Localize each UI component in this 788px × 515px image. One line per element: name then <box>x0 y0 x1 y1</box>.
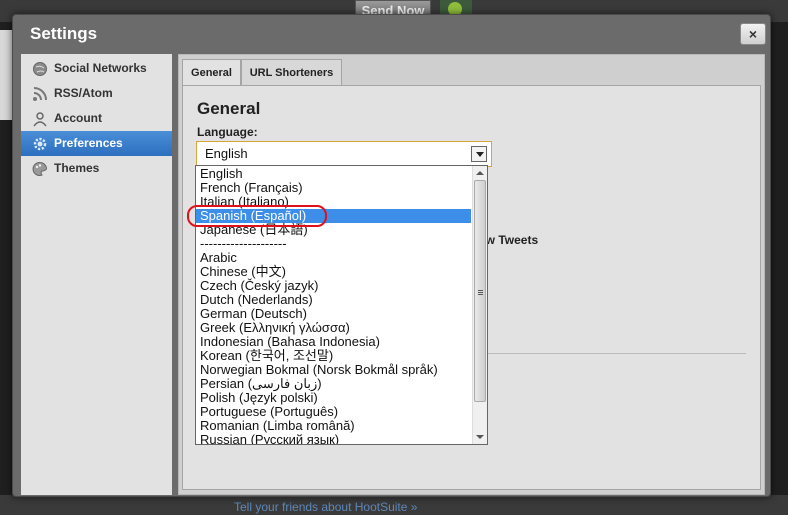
language-option[interactable]: Greek (Ελληνική γλώσσα) <box>196 321 471 335</box>
language-label: Language: <box>197 125 258 139</box>
language-select[interactable]: English <box>196 141 492 167</box>
language-option[interactable]: Portuguese (Português) <box>196 405 471 419</box>
sidebar-item-preferences[interactable]: Preferences <box>21 131 172 156</box>
scroll-down-arrow-icon[interactable] <box>476 435 484 439</box>
dialog-title: Settings <box>30 24 98 43</box>
language-option[interactable]: Romanian (Limba română) <box>196 419 471 433</box>
scroll-up-arrow-icon[interactable] <box>476 171 484 175</box>
settings-sidebar: Social Networks RSS/Atom Account Prefere… <box>21 54 172 495</box>
language-option[interactable]: Norwegian Bokmal (Norsk Bokmål språk) <box>196 363 471 377</box>
language-option[interactable]: Czech (Český jazyk) <box>196 279 471 293</box>
language-separator: -------------------- <box>200 236 287 251</box>
sidebar-item-label: RSS/Atom <box>54 86 113 100</box>
language-option[interactable]: Indonesian (Bahasa Indonesia) <box>196 335 471 349</box>
sidebar-item-social-networks[interactable]: Social Networks <box>21 56 172 81</box>
language-option[interactable]: Chinese (中文) <box>196 265 471 279</box>
language-option[interactable]: Korean (한국어, 조선말) <box>196 349 471 363</box>
language-option[interactable]: Polish (Język polski) <box>196 391 471 405</box>
language-select-value: English <box>205 146 248 161</box>
palette-icon <box>32 161 48 176</box>
sidebar-item-themes[interactable]: Themes <box>21 156 172 181</box>
user-icon <box>33 112 47 127</box>
sidebar-item-label: Account <box>54 111 102 125</box>
grip-line <box>478 294 483 295</box>
language-option[interactable]: Russian (Русский язык) <box>196 433 471 445</box>
tab-general[interactable]: General <box>182 59 241 86</box>
language-option[interactable]: Arabic <box>196 251 471 265</box>
scroll-thumb[interactable] <box>474 180 486 402</box>
gear-icon <box>33 137 47 151</box>
highlight-annotation <box>187 205 327 227</box>
close-button[interactable]: × <box>740 23 766 45</box>
globe-icon <box>33 62 47 76</box>
chevron-down-icon[interactable] <box>471 146 487 162</box>
sidebar-item-rss-atom[interactable]: RSS/Atom <box>21 81 172 106</box>
page-title: General <box>197 99 261 118</box>
tell-friends-link[interactable]: Tell your friends about HootSuite » <box>234 500 417 514</box>
sidebar-item-label: Themes <box>54 161 100 175</box>
rss-icon <box>33 87 47 101</box>
language-option[interactable]: Dutch (Nederlands) <box>196 293 471 307</box>
sidebar-item-label: Social Networks <box>54 61 147 75</box>
language-option[interactable]: German (Deutsch) <box>196 307 471 321</box>
language-option[interactable]: French (Français) <box>196 181 471 195</box>
tab-url-shorteners[interactable]: URL Shorteners <box>241 59 342 85</box>
sidebar-item-account[interactable]: Account <box>21 106 172 131</box>
grip-line <box>478 292 483 293</box>
grip-line <box>478 290 483 291</box>
language-option[interactable]: Persian (زبان فارسی) <box>196 377 471 391</box>
sidebar-item-label: Preferences <box>54 136 123 150</box>
dropdown-scrollbar[interactable] <box>472 166 487 444</box>
language-option[interactable]: English <box>196 167 471 181</box>
divider <box>483 353 746 354</box>
